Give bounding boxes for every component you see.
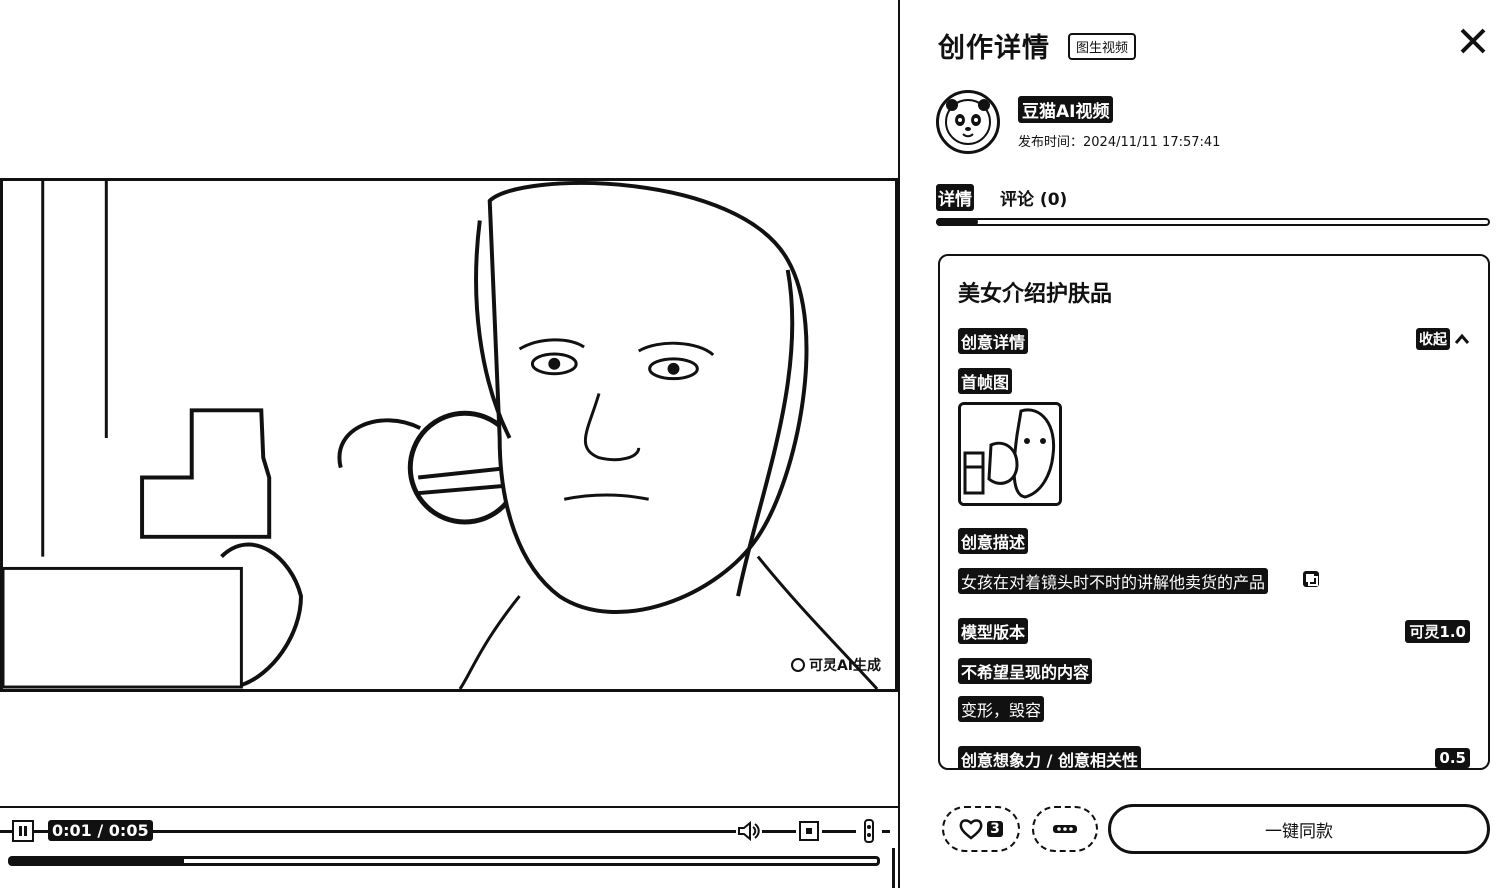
negative-prompt-label: 不希望呈现的内容 (958, 658, 1093, 684)
close-icon (1460, 28, 1486, 54)
player-controls: 0:01 / 0:05 (0, 806, 898, 888)
like-button[interactable]: 3 (942, 806, 1020, 852)
time-display: 0:01 / 0:05 (48, 820, 153, 841)
panda-avatar-icon (945, 99, 991, 145)
volume-icon[interactable] (736, 818, 762, 844)
model-version-label: 模型版本 (958, 618, 1029, 644)
pause-button[interactable] (12, 820, 34, 842)
author-name[interactable]: 豆猫AI视频 (1018, 96, 1114, 123)
tab-details[interactable]: 详情 (936, 184, 974, 211)
chevron-up-icon (1454, 333, 1470, 344)
heart-icon (959, 819, 983, 840)
video-frame-image (3, 181, 879, 689)
progress-bar[interactable] (8, 856, 880, 866)
close-button[interactable] (1458, 26, 1488, 56)
use-same-button[interactable]: 一键同款 (1108, 804, 1490, 854)
work-title: 美女介绍护肤品 (958, 282, 1113, 307)
watermark-logo-icon (790, 658, 805, 672)
more-options-icon[interactable] (856, 818, 882, 844)
tab-indicator-track (936, 218, 1490, 226)
tab-indicator (936, 218, 978, 226)
creative-description: 女孩在对着镜头时不时的讲解他卖货的产品 (958, 568, 1269, 594)
like-count: 3 (987, 821, 1003, 837)
negative-prompt-value: 变形，毁容 (958, 696, 1045, 722)
creative-details-label: 创意详情 (958, 328, 1029, 354)
more-button[interactable] (1032, 806, 1098, 852)
publish-time: 发布时间：2024/11/11 17:57:41 (1018, 135, 1221, 150)
relevance-value: 0.5 (1435, 748, 1470, 768)
collapse-label: 收起 (1416, 328, 1450, 350)
first-frame-image (961, 405, 1059, 503)
detail-card: 美女介绍护肤品 创意详情 收起 首帧图 创意描述 女孩在对着镜头时不时的讲解他卖… (938, 254, 1490, 770)
watermark-text: 可灵AI生成 (808, 658, 881, 674)
more-dots-icon (1053, 825, 1077, 833)
creation-detail-panel: 创作详情 图生视频 豆猫AI视频 发布时间：2024/11/11 17:57:4… (898, 0, 1502, 888)
ai-watermark: 可灵AI生成 (790, 655, 881, 675)
video-area: 可灵AI生成 0:01 / 0:05 (0, 0, 898, 888)
mode-badge: 图生视频 (1068, 33, 1137, 60)
player-edge (892, 848, 895, 888)
copy-icon[interactable] (1302, 570, 1320, 588)
panel-title: 创作详情 (938, 33, 1050, 64)
model-version-value: 可灵1.0 (1405, 620, 1470, 643)
relevance-label: 创意想象力 / 创意相关性 (958, 746, 1141, 768)
avatar[interactable] (936, 90, 1000, 154)
first-frame-thumbnail[interactable] (958, 402, 1062, 506)
video-player[interactable]: 可灵AI生成 (0, 178, 898, 692)
detail-tabs: 详情 评论 (0) (936, 184, 1069, 211)
description-label: 创意描述 (958, 528, 1029, 554)
tab-comments[interactable]: 评论 (0) (998, 184, 1069, 211)
collapse-toggle[interactable]: 收起 (1416, 328, 1470, 350)
progress-fill (11, 859, 185, 863)
fullscreen-icon[interactable] (796, 818, 822, 844)
first-frame-label: 首帧图 (958, 368, 1013, 394)
